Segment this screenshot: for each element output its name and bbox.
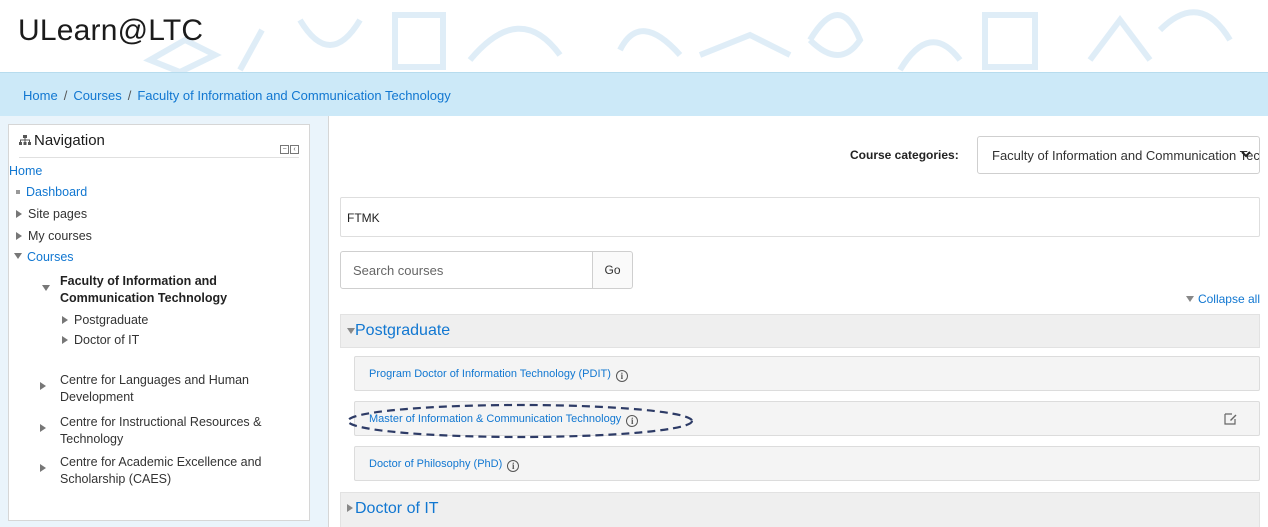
collapse-block-icon[interactable]: −	[280, 145, 289, 154]
expand-icon	[62, 316, 68, 324]
category-name: Doctor of IT	[355, 500, 439, 517]
nav-my-courses-label: My courses	[28, 229, 92, 243]
course-link[interactable]: Program Doctor of Information Technology…	[369, 368, 628, 382]
nav-centre-instructional[interactable]: Centre for Instructional Resources & Tec…	[60, 414, 290, 448]
breadcrumb-courses[interactable]: Courses	[73, 88, 121, 103]
category-doctor-of-it[interactable]: Doctor of IT	[340, 492, 1260, 527]
course-name: Program Doctor of Information Technology…	[369, 368, 611, 380]
breadcrumb-separator: /	[127, 88, 132, 103]
category-description-box	[340, 197, 1260, 237]
expand-icon	[16, 210, 22, 218]
edit-icon[interactable]	[1224, 412, 1237, 425]
course-row[interactable]: Doctor of Philosophy (PhD) i	[354, 446, 1260, 481]
nav-home[interactable]: Home	[9, 164, 42, 178]
info-icon[interactable]: i	[507, 460, 520, 472]
nav-dashboard-label: Dashboard	[26, 185, 88, 199]
nav-doctor-it[interactable]: Doctor of IT	[62, 333, 139, 347]
course-categories-select[interactable]: Faculty of Information and Communication…	[977, 136, 1260, 174]
expand-icon	[40, 382, 46, 390]
nav-courses[interactable]: Courses	[14, 250, 74, 264]
collapse-all-label: Collapse all	[1197, 292, 1260, 306]
category-postgraduate[interactable]: Postgraduate	[340, 314, 1260, 348]
nav-centre-languages[interactable]: Centre for Languages and Human Developme…	[60, 372, 280, 406]
nav-courses-label: Courses	[27, 250, 74, 264]
course-name: Doctor of Philosophy (PhD)	[369, 458, 503, 470]
bullet-icon	[16, 190, 20, 194]
collapse-icon	[42, 285, 50, 291]
chevron-down-icon	[1241, 151, 1251, 158]
nav-dashboard[interactable]: Dashboard	[16, 185, 87, 199]
course-categories-label: Course categories:	[850, 148, 959, 162]
category-name: Postgraduate	[355, 322, 451, 339]
expand-icon	[16, 232, 22, 240]
breadcrumb-separator: /	[63, 88, 68, 103]
expand-icon	[347, 504, 353, 512]
navigation-title: Navigation	[19, 132, 105, 149]
expand-icon	[62, 336, 68, 344]
nav-site-pages-label: Site pages	[28, 207, 88, 221]
selected-category: Faculty of Information and Communication…	[992, 148, 1260, 163]
search-courses-input[interactable]	[340, 251, 593, 289]
expand-icon	[40, 424, 46, 432]
nav-postgraduate[interactable]: Postgraduate	[62, 313, 148, 327]
sitemap-icon	[19, 135, 31, 145]
site-header: ULearn@LTC	[0, 0, 1268, 72]
nav-site-pages[interactable]: Site pages	[16, 207, 87, 221]
site-title[interactable]: ULearn@LTC	[18, 14, 203, 48]
collapse-icon	[14, 253, 22, 259]
collapse-all-link[interactable]: Collapse all	[1185, 292, 1260, 306]
nav-postgraduate-label: Postgraduate	[74, 313, 149, 327]
collapse-icon	[1185, 296, 1194, 302]
breadcrumb-faculty[interactable]: Faculty of Information and Communication…	[137, 88, 450, 103]
nav-faculty[interactable]: Faculty of Information and Communication…	[60, 273, 260, 307]
nav-doctor-it-label: Doctor of IT	[74, 333, 140, 347]
dock-block-icon[interactable]: ‹	[290, 145, 299, 154]
breadcrumb: Home / Courses / Faculty of Information and …	[23, 88, 451, 103]
divider	[19, 157, 299, 158]
block-controls: − ‹	[279, 138, 299, 156]
expand-icon	[40, 464, 46, 472]
category-description: FTMK	[347, 211, 380, 225]
nav-centre-academic[interactable]: Centre for Academic Excellence and Schol…	[60, 454, 290, 488]
course-row[interactable]: Program Doctor of Information Technology…	[354, 356, 1260, 391]
go-button[interactable]: Go	[592, 251, 633, 289]
breadcrumb-home[interactable]: Home	[23, 88, 58, 103]
navigation-title-text: Navigation	[34, 132, 105, 149]
course-link[interactable]: Doctor of Philosophy (PhD) i	[369, 458, 520, 472]
collapse-icon	[347, 328, 355, 334]
nav-my-courses[interactable]: My courses	[16, 229, 92, 243]
highlight-ellipse	[346, 403, 694, 439]
info-icon[interactable]: i	[615, 370, 628, 382]
